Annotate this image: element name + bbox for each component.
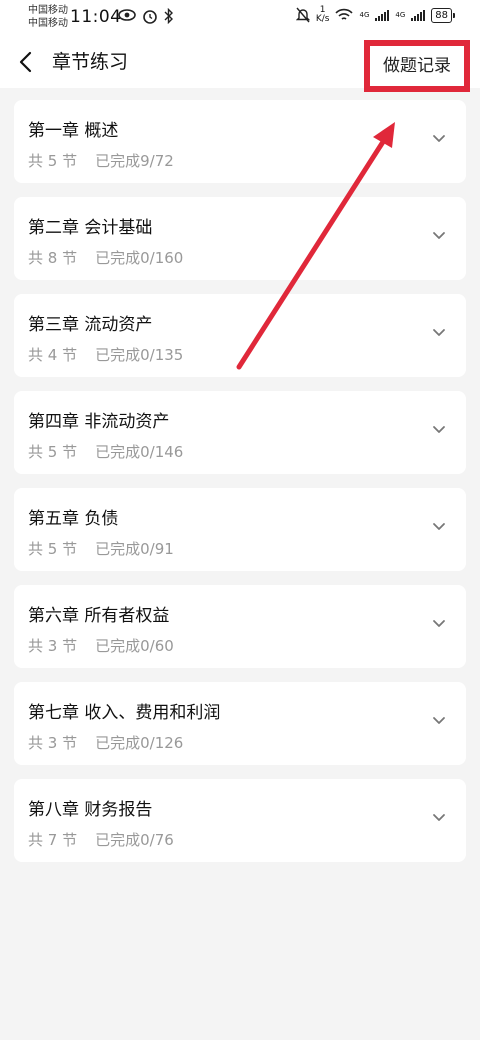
chapter-card[interactable]: 第三章 流动资产共 4 节已完成0/135 [14,294,466,377]
carrier-labels: 中国移动 中国移动 [28,4,68,30]
eye-icon [118,9,136,21]
chevron-down-icon[interactable] [432,134,446,144]
chapter-title: 第二章 会计基础 [28,218,153,238]
network-type-2: 4G [395,11,406,19]
chapter-card[interactable]: 第六章 所有者权益共 3 节已完成0/60 [14,585,466,668]
bluetooth-icon [164,8,173,24]
chapter-progress: 已完成0/60 [95,637,174,655]
chapter-title: 第八章 财务报告 [28,800,153,820]
chapter-title: 第三章 流动资产 [28,315,153,335]
net-speed-unit: K/s [315,14,330,24]
chapter-meta: 共 5 节已完成9/72 [28,150,174,171]
net-speed: 1 K/s [316,6,330,24]
chapter-section-count: 共 3 节 [28,734,78,752]
chapter-meta: 共 3 节已完成0/126 [28,732,183,753]
chapter-meta: 共 8 节已完成0/160 [28,247,183,268]
chapter-section-count: 共 4 节 [28,346,78,364]
chapter-progress: 已完成0/76 [95,831,174,849]
chapter-progress: 已完成0/91 [95,540,174,558]
chapter-title: 第五章 负债 [28,509,119,529]
chapter-section-count: 共 5 节 [28,443,78,461]
battery-icon: 88 [431,7,455,23]
chapter-card[interactable]: 第一章 概述共 5 节已完成9/72 [14,100,466,183]
chapter-title: 第四章 非流动资产 [28,412,170,432]
top-bar: 章节练习 做题记录 [0,36,480,92]
chapter-section-count: 共 3 节 [28,637,78,655]
chevron-down-icon[interactable] [432,231,446,241]
chapter-section-count: 共 5 节 [28,152,78,170]
chapter-card[interactable]: 第五章 负债共 5 节已完成0/91 [14,488,466,571]
chevron-down-icon[interactable] [432,328,446,338]
chapter-card[interactable]: 第二章 会计基础共 8 节已完成0/160 [14,197,466,280]
chapter-list: 第一章 概述共 5 节已完成9/72 第二章 会计基础共 8 节已完成0/160 第… [14,100,466,876]
page-title: 章节练习 [52,51,129,73]
practice-record-button[interactable]: 做题记录 [364,40,470,92]
chapter-progress: 已完成9/72 [95,152,174,170]
chapter-title: 第七章 收入、费用和利润 [28,703,221,723]
chapter-section-count: 共 7 节 [28,831,78,849]
chevron-down-icon[interactable] [432,716,446,726]
wifi-icon [335,8,354,20]
signal-icon-2 [411,9,426,21]
chapter-section-count: 共 8 节 [28,249,78,267]
alarm-icon [143,10,157,24]
chapter-meta: 共 5 节已完成0/146 [28,441,183,462]
chapter-progress: 已完成0/135 [95,346,184,364]
network-type-1: 4G [359,11,370,19]
mute-bell-icon [295,7,310,23]
chapter-meta: 共 5 节已完成0/91 [28,538,174,559]
chapter-card[interactable]: 第八章 财务报告共 7 节已完成0/76 [14,779,466,862]
chapter-card[interactable]: 第四章 非流动资产共 5 节已完成0/146 [14,391,466,474]
chapter-meta: 共 4 节已完成0/135 [28,344,183,365]
signal-icon [375,9,390,21]
status-icons-right: 1 K/s 4G 4G 88 [295,6,455,24]
chapter-meta: 共 7 节已完成0/76 [28,829,174,850]
chapter-progress: 已完成0/146 [95,443,184,461]
chapter-section-count: 共 5 节 [28,540,78,558]
clock: 11:04 [70,7,122,27]
carrier-2: 中国移动 [28,18,68,29]
back-arrow-icon[interactable] [12,48,40,76]
chapter-title: 第一章 概述 [28,121,119,141]
status-icons-left [118,8,174,24]
chapter-card[interactable]: 第七章 收入、费用和利润共 3 节已完成0/126 [14,682,466,765]
chapter-progress: 已完成0/126 [95,734,184,752]
chapter-progress: 已完成0/160 [95,249,184,267]
chevron-down-icon[interactable] [432,619,446,629]
status-bar: 中国移动 中国移动 11:04 1 K/s 4G 4G 88 [0,0,480,36]
chevron-down-icon[interactable] [432,425,446,435]
carrier-1: 中国移动 [28,5,68,16]
chapter-title: 第六章 所有者权益 [28,606,170,626]
chevron-down-icon[interactable] [432,813,446,823]
chapter-meta: 共 3 节已完成0/60 [28,635,174,656]
chevron-down-icon[interactable] [432,522,446,532]
